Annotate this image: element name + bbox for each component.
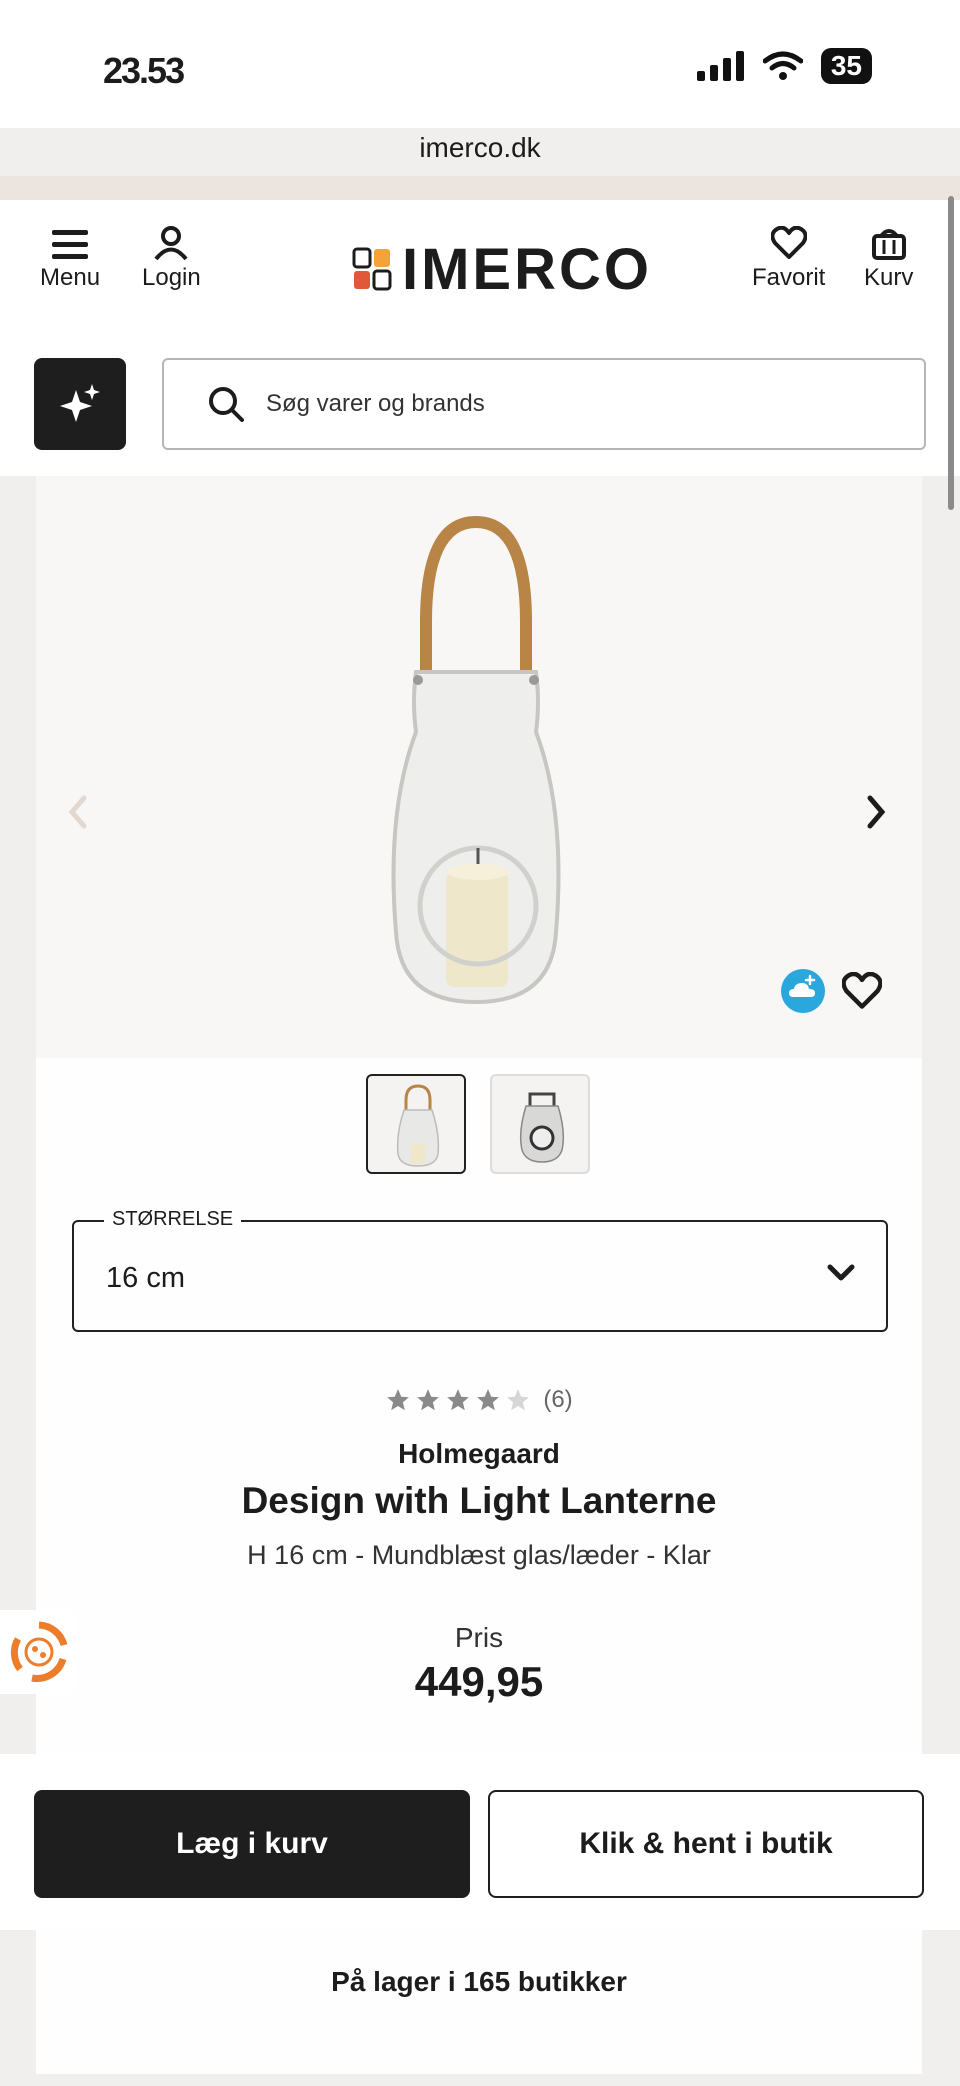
search-input[interactable]: Søg varer og brands: [162, 358, 926, 450]
product-title: Design with Light Lanterne: [241, 1480, 717, 1521]
click-collect-button[interactable]: Klik & hent i butik: [488, 1790, 924, 1898]
lantern-thumbnail-image: [396, 1084, 440, 1167]
url-bar[interactable]: imerco.dk: [0, 132, 960, 164]
size-select[interactable]: STØRRELSE 16 cm: [72, 1208, 888, 1332]
sparkle-icon: [60, 384, 100, 422]
add-to-cart-button[interactable]: Læg i kurv: [34, 1790, 470, 1898]
login-button[interactable]: Login: [142, 226, 201, 292]
search-placeholder: Søg varer og brands: [266, 390, 485, 417]
user-icon: [154, 226, 188, 260]
price-label: Pris: [454, 1622, 504, 1653]
wifi-icon: [762, 51, 803, 80]
menu-label: Menu: [40, 264, 101, 291]
sticky-cta-bar: Læg i kurv Klik & hent i butik: [0, 1754, 960, 1930]
scrollbar[interactable]: [948, 196, 954, 510]
next-arrow-icon[interactable]: [864, 794, 888, 830]
site-header: Menu Login IMERCO Favorit Kurv Søg varer…: [0, 200, 960, 476]
basket-icon: [871, 229, 906, 260]
recycle-icon: [10, 1621, 68, 1682]
star-filled-icon: [417, 1389, 440, 1411]
menu-button[interactable]: Menu: [40, 228, 100, 292]
favorite-heart-icon[interactable]: [842, 972, 882, 1010]
thumbnail-2[interactable]: [490, 1074, 590, 1174]
product-description: H 16 cm - Mundblæst glas/læder - Klar: [247, 1540, 711, 1570]
signal-icon: [696, 51, 744, 81]
size-value: 16 cm: [106, 1262, 185, 1294]
thumbnail-1[interactable]: [366, 1074, 466, 1174]
logo-text: IMERCO: [402, 237, 652, 302]
hamburger-icon: [52, 230, 89, 259]
favorite-button[interactable]: Favorit: [752, 226, 825, 292]
rating-row[interactable]: (6): [36, 1386, 922, 1414]
imerco-logo[interactable]: IMERCO: [352, 236, 652, 303]
size-label: STØRRELSE: [104, 1208, 242, 1231]
product-brand[interactable]: Holmegaard: [36, 1438, 922, 1470]
star-filled-icon: [477, 1389, 500, 1411]
review-count: (6): [543, 1386, 573, 1413]
prev-arrow-icon[interactable]: [66, 794, 90, 830]
search-icon: [209, 387, 244, 422]
battery-indicator: 35: [820, 48, 872, 84]
status-icons: 35: [696, 48, 872, 84]
sustainability-badge[interactable]: [0, 1610, 78, 1694]
address-divider: [0, 176, 960, 200]
login-label: Login: [142, 264, 201, 291]
star-empty-icon: [507, 1389, 530, 1411]
chevron-down-icon: [827, 1264, 855, 1281]
cloud-plus-icon[interactable]: [780, 968, 826, 1014]
cart-button[interactable]: Kurv: [864, 226, 913, 292]
favorite-label: Favorit: [752, 264, 826, 291]
product-image-carousel[interactable]: [36, 476, 922, 1058]
star-filled-icon: [447, 1389, 470, 1411]
logo-mark-icon: [352, 247, 392, 290]
product-price: 449,95: [414, 1658, 544, 1705]
star-filled-icon: [387, 1389, 410, 1411]
lantern-image: [391, 515, 561, 1005]
ai-assistant-button[interactable]: [34, 358, 126, 450]
cart-label: Kurv: [864, 264, 914, 291]
status-time: 23.53: [103, 50, 185, 91]
lantern-thumbnail-image: [519, 1092, 565, 1163]
heart-icon: [770, 226, 807, 259]
status-bar: 23.53 35: [0, 0, 960, 128]
rating-stars: [385, 1387, 531, 1413]
stock-status[interactable]: På lager i 165 butikker: [36, 1966, 922, 1998]
